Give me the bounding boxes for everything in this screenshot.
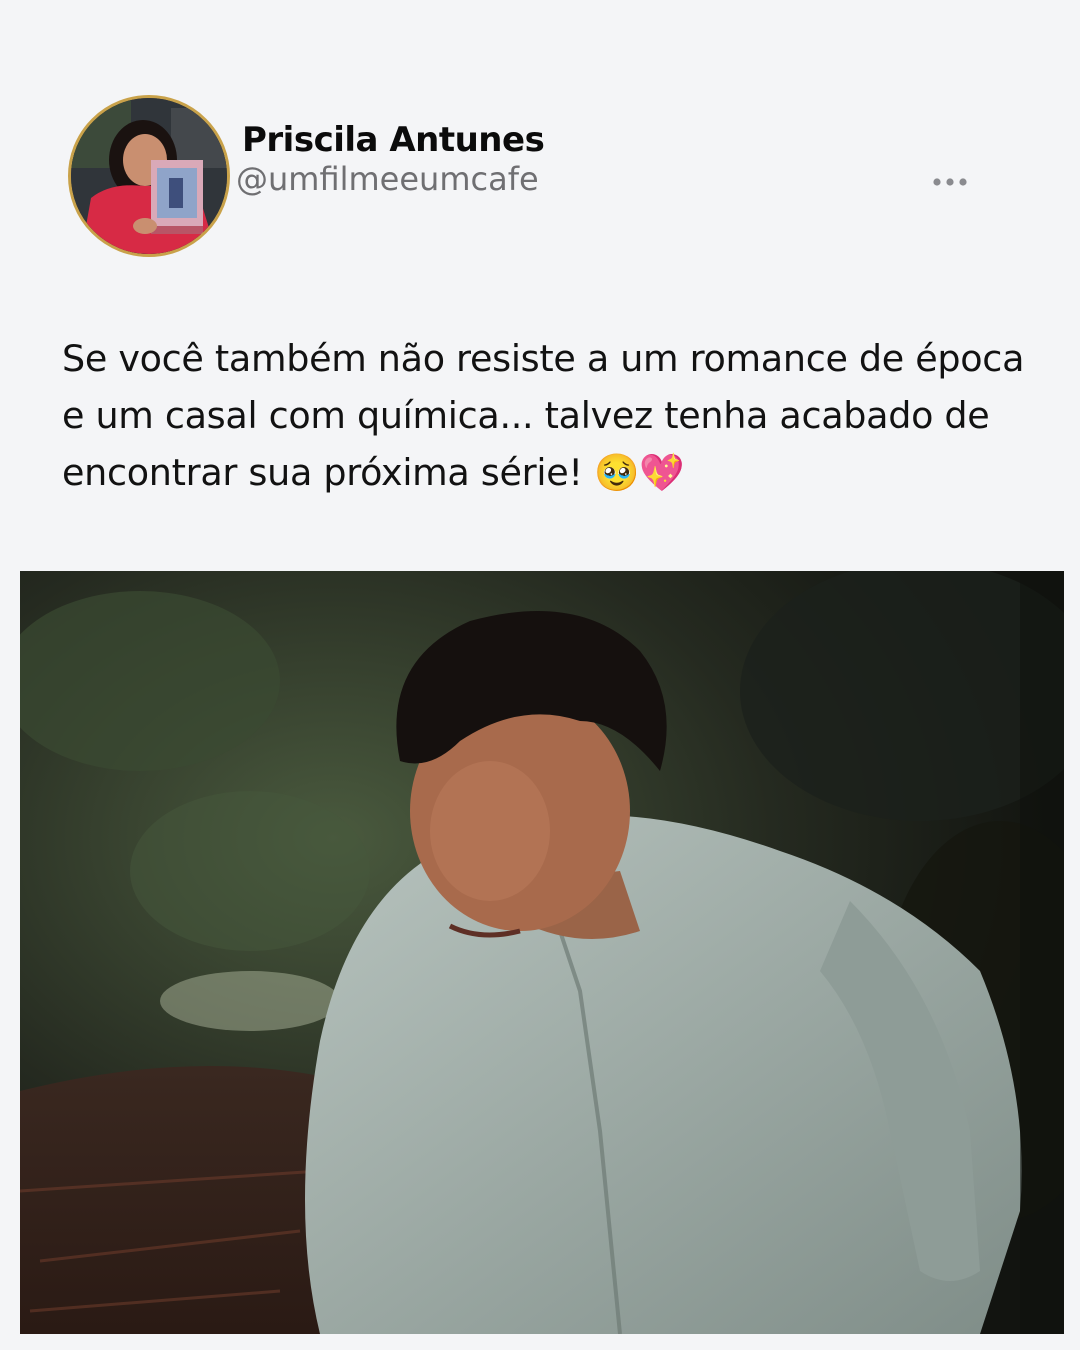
post-photo[interactable] — [20, 571, 1064, 1334]
avatar-photo-icon — [71, 98, 227, 254]
photo-man-in-forest — [20, 571, 1064, 1334]
author-display-name[interactable]: Priscila Antunes — [242, 120, 545, 160]
author-handle[interactable]: @umfilmeeumcafe — [236, 160, 539, 198]
post-text: Se você também não resiste a um romance … — [62, 337, 1025, 494]
author-avatar[interactable] — [68, 95, 230, 257]
tweet-card: Priscila Antunes @umfilmeeumcafe Se você… — [0, 0, 1080, 1350]
more-horizontal-icon[interactable] — [930, 172, 970, 192]
